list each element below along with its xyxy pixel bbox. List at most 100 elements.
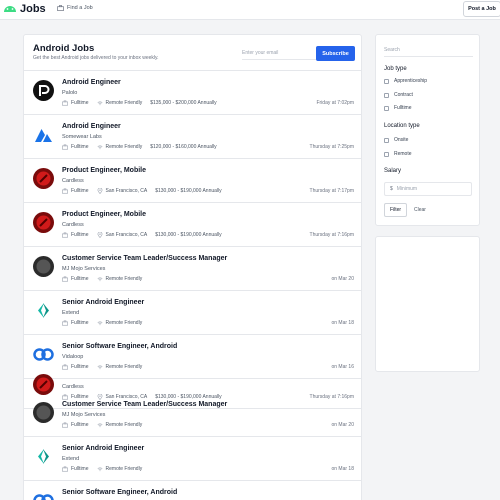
- job-row[interactable]: Senior Android Engineer Extend Fulltime Rem…: [24, 291, 361, 335]
- brand-name[interactable]: Jobs: [20, 3, 46, 15]
- job-title[interactable]: Android Engineer: [62, 79, 121, 86]
- location-type-heading: Location type: [384, 123, 420, 129]
- job-company: Somewear Labs: [62, 134, 102, 140]
- extend-logo-icon: [33, 446, 54, 467]
- job-title[interactable]: Senior Software Engineer, Android: [62, 489, 177, 496]
- wifi-icon: [97, 277, 102, 282]
- job-location-text: Remote Friendly: [105, 276, 143, 282]
- search-input[interactable]: [384, 43, 473, 57]
- job-row[interactable]: Product Engineer, Mobile Cardless Fulltime…: [24, 203, 361, 247]
- job-location: Remote Friendly: [97, 422, 142, 428]
- job-title[interactable]: Android Engineer: [62, 123, 121, 130]
- sidebar-secondary-panel: [375, 236, 480, 372]
- job-type: Fulltime: [62, 422, 89, 428]
- palolo-logo-icon: [33, 80, 54, 101]
- checkbox-box[interactable]: [384, 78, 389, 84]
- job-location-text: Remote Friendly: [105, 466, 143, 472]
- job-list-panel: Android Jobs Get the best Android jobs d…: [23, 34, 362, 500]
- job-type: Fulltime: [62, 100, 89, 106]
- cardless-logo-icon: [33, 374, 54, 395]
- job-title[interactable]: Customer Service Team Leader/Success Man…: [62, 401, 227, 408]
- job-location: Remote Friendly: [97, 320, 142, 326]
- briefcase-icon: [62, 466, 68, 472]
- job-row[interactable]: Customer Service Team Leader/Success Man…: [24, 393, 361, 437]
- job-list-header: Android Jobs Get the best Android jobs d…: [24, 35, 361, 71]
- checkbox-fulltime[interactable]: Fulltime: [384, 105, 412, 111]
- subscribe-button[interactable]: Subscribe: [316, 46, 355, 61]
- cardless-logo-icon: [33, 168, 54, 189]
- job-meta: Fulltime Remote Friendly: [62, 320, 150, 326]
- job-row[interactable]: Senior Software Engineer, Android: [24, 481, 361, 500]
- job-location-text: Remote Friendly: [105, 100, 143, 106]
- filter-button[interactable]: Filter: [384, 203, 407, 217]
- job-posted-time: Thursday at 7:16pm: [309, 232, 354, 238]
- job-meta: Fulltime Remote Friendly: [62, 422, 150, 428]
- checkbox-box[interactable]: [384, 105, 389, 111]
- job-type-text: Fulltime: [71, 276, 89, 282]
- briefcase-icon: [62, 100, 68, 106]
- job-location: Remote Friendly: [97, 144, 143, 150]
- job-meta: Fulltime Remote Friendly $120,000 - $160,0…: [62, 144, 225, 150]
- job-meta: Fulltime San Francisco, CA $130,000 - $190…: [62, 188, 230, 194]
- android-logo-icon[interactable]: [3, 3, 17, 13]
- job-title[interactable]: Senior Android Engineer: [62, 299, 144, 306]
- checkbox-label: Fulltime: [394, 105, 412, 111]
- job-meta: Fulltime Remote Friendly $135,000 - $200,0…: [62, 100, 225, 106]
- job-salary: $120,000 - $160,000 Annually: [150, 144, 217, 150]
- job-location: Remote Friendly: [97, 276, 143, 282]
- briefcase-icon: [62, 276, 68, 282]
- job-row[interactable]: Customer Service Team Leader/Success Man…: [24, 247, 361, 291]
- checkbox-remote[interactable]: Remote: [384, 151, 412, 157]
- job-company: Cardless: [62, 222, 84, 228]
- job-company: Vidaloop: [62, 354, 84, 360]
- job-title[interactable]: Customer Service Team Leader/Success Man…: [62, 255, 227, 262]
- job-location: Remote Friendly: [97, 466, 143, 472]
- checkbox-label: Apprenticeship: [394, 78, 428, 84]
- briefcase-icon: [62, 188, 68, 194]
- job-title[interactable]: Product Engineer, Mobile: [62, 167, 146, 174]
- vidaloop-logo-icon: [33, 344, 54, 365]
- salary-minimum-input[interactable]: $ Minimum: [384, 182, 472, 196]
- page-title: Android Jobs: [33, 43, 95, 54]
- checkbox-contract[interactable]: Contract: [384, 92, 413, 98]
- job-type: Fulltime: [62, 276, 89, 282]
- wifi-icon: [97, 145, 102, 150]
- job-type: Fulltime: [62, 320, 89, 326]
- job-location-text: San Francisco, CA: [105, 188, 148, 194]
- job-type-heading: Job type: [384, 66, 407, 72]
- job-company: Cardless: [62, 178, 84, 184]
- job-title[interactable]: Senior Software Engineer, Android: [62, 343, 177, 350]
- checkbox-box[interactable]: [384, 151, 389, 157]
- job-row[interactable]: Android Engineer Palolo Fulltime Remote Fri…: [24, 71, 361, 115]
- nav-find-a-job[interactable]: Find a Job: [57, 5, 93, 11]
- map-pin-icon: [97, 188, 102, 194]
- briefcase-icon: [62, 232, 68, 238]
- job-title[interactable]: Senior Android Engineer: [62, 445, 144, 452]
- checkbox-label: Remote: [394, 151, 412, 157]
- job-company: Extend: [62, 456, 80, 462]
- job-type: Fulltime: [62, 188, 89, 194]
- job-row[interactable]: Senior Android Engineer Extend Fulltime Rem…: [24, 437, 361, 481]
- job-type-text: Fulltime: [71, 144, 89, 150]
- job-location-text: Remote Friendly: [105, 144, 143, 150]
- job-meta: Fulltime Remote Friendly: [62, 276, 150, 282]
- job-row[interactable]: Product Engineer, Mobile Cardless Fulltime…: [24, 159, 361, 203]
- job-type: Fulltime: [62, 144, 89, 150]
- clear-button[interactable]: Clear: [414, 207, 426, 213]
- vidaloop-logo-icon: [33, 490, 54, 500]
- checkbox-label: Onsite: [394, 137, 409, 143]
- checkbox-onsite[interactable]: Onsite: [384, 137, 408, 143]
- nav-find-label: Find a Job: [67, 5, 93, 11]
- checkbox-apprenticeship[interactable]: Apprenticeship: [384, 78, 427, 84]
- mjmojo-logo-icon: [33, 256, 54, 277]
- currency-symbol: $: [390, 186, 393, 192]
- post-job-button[interactable]: Post a Job: [463, 1, 500, 17]
- job-posted-time: Thursday at 7:17pm: [309, 188, 354, 194]
- checkbox-box[interactable]: [384, 92, 389, 98]
- checkbox-box[interactable]: [384, 137, 389, 143]
- salary-heading: Salary: [384, 168, 402, 174]
- job-type-text: Fulltime: [71, 100, 89, 106]
- job-salary: $130,000 - $190,000 Annually: [155, 232, 222, 238]
- job-title[interactable]: Product Engineer, Mobile: [62, 211, 146, 218]
- job-row[interactable]: Android Engineer Somewear Labs Fulltime Rem…: [24, 115, 361, 159]
